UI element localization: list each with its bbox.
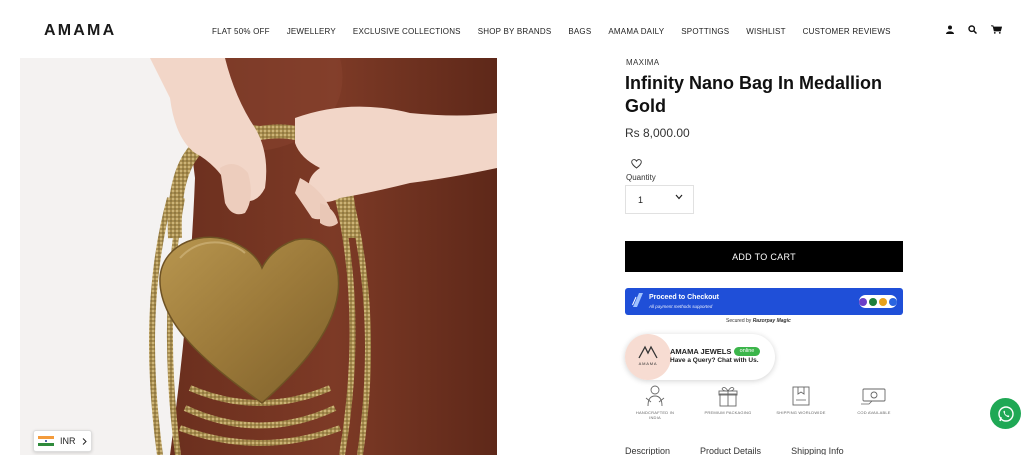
product-photo: [20, 58, 497, 455]
feature-packaging: PREMIUM PACKAGING: [703, 384, 753, 415]
quantity-value: 1: [638, 194, 644, 205]
secured-prefix: Secured by: [726, 318, 752, 324]
chevron-right-icon: [82, 437, 87, 445]
feature-cod: COD AVAILABLE: [849, 384, 899, 415]
nav-item-flat-50-off[interactable]: FLAT 50% OFF: [212, 27, 270, 36]
payment-methods-icon: [859, 295, 897, 308]
razorpay-bolt-icon: [632, 293, 643, 307]
wishlist-heart-icon[interactable]: [631, 156, 642, 174]
nav-item-jewellery[interactable]: JEWELLERY: [287, 27, 336, 36]
account-icon[interactable]: [946, 25, 954, 34]
chevron-down-icon: [675, 194, 683, 200]
whatsapp-float-button[interactable]: [990, 398, 1021, 429]
feature-label: SHIPPING WORLDWIDE: [776, 410, 826, 415]
feature-handcrafted: HANDCRAFTED IN INDIA: [630, 384, 680, 420]
product-image[interactable]: [20, 58, 497, 455]
checkout-subtitle: All payment methods supported: [649, 304, 713, 309]
feature-label: HANDCRAFTED IN INDIA: [635, 410, 675, 420]
feature-label: PREMIUM PACKAGING: [704, 410, 752, 415]
chat-avatar: AMAMA: [625, 334, 671, 380]
site-header: AMAMA FLAT 50% OFF JEWELLERY EXCLUSIVE C…: [0, 0, 1024, 60]
whatsapp-icon: [997, 405, 1014, 422]
nav-item-exclusive-collections[interactable]: EXCLUSIVE COLLECTIONS: [353, 27, 461, 36]
search-icon[interactable]: [968, 25, 977, 34]
handcrafted-icon: [645, 385, 665, 407]
currency-selector[interactable]: INR: [33, 430, 92, 452]
shipping-box-icon: [792, 386, 810, 406]
product-tabs: Description Product Details Shipping Inf…: [625, 446, 844, 455]
tab-description[interactable]: Description: [625, 446, 670, 455]
online-badge: online: [734, 347, 760, 356]
india-flag-icon: [38, 436, 54, 446]
nav-item-wishlist[interactable]: WISHLIST: [746, 27, 785, 36]
quantity-label: Quantity: [626, 173, 656, 182]
quantity-select[interactable]: 1: [625, 185, 694, 214]
chat-name: AMAMA JEWELS: [670, 347, 732, 356]
main-nav: FLAT 50% OFF JEWELLERY EXCLUSIVE COLLECT…: [212, 27, 891, 36]
proceed-to-checkout-button[interactable]: Proceed to Checkout All payment methods …: [625, 288, 903, 315]
secured-brand: Razorpay Magic: [752, 318, 791, 324]
nav-item-customer-reviews[interactable]: CUSTOMER REVIEWS: [803, 27, 891, 36]
add-to-cart-button[interactable]: ADD TO CART: [625, 241, 903, 272]
secured-by-text: Secured by Razorpay Magic: [726, 318, 791, 324]
tab-product-details[interactable]: Product Details: [700, 446, 761, 455]
checkout-title: Proceed to Checkout: [649, 294, 720, 301]
product-price: Rs 8,000.00: [625, 126, 690, 140]
cash-icon: [861, 388, 886, 405]
whatsapp-chat-widget[interactable]: AMAMA AMAMA JEWELS online Have a Query? …: [625, 334, 775, 380]
product-title: Infinity Nano Bag In Medallion Gold: [625, 73, 883, 116]
product-vendor[interactable]: MAXIMA: [626, 58, 659, 67]
site-logo[interactable]: AMAMA: [44, 22, 116, 40]
nav-item-bags[interactable]: BAGS: [568, 27, 591, 36]
cart-icon[interactable]: [991, 25, 1002, 34]
feature-badges: HANDCRAFTED IN INDIA PREMIUM PACKAGING S…: [630, 384, 900, 428]
nav-item-amama-daily[interactable]: AMAMA DAILY: [608, 27, 664, 36]
amama-logo-icon: [638, 345, 658, 359]
feature-label: COD AVAILABLE: [857, 410, 891, 415]
gift-box-icon: [718, 387, 738, 407]
currency-code: INR: [60, 436, 76, 446]
feature-shipping: SHIPPING WORLDWIDE: [776, 384, 826, 415]
chat-avatar-brand: AMAMA: [638, 361, 658, 366]
header-icons: [946, 25, 1002, 34]
nav-item-spottings[interactable]: SPOTTINGS: [681, 27, 729, 36]
tab-shipping-info[interactable]: Shipping Info: [791, 446, 844, 455]
nav-item-shop-by-brands[interactable]: SHOP BY BRANDS: [478, 27, 552, 36]
chat-subtitle: Have a Query? Chat with Us.: [670, 357, 759, 364]
